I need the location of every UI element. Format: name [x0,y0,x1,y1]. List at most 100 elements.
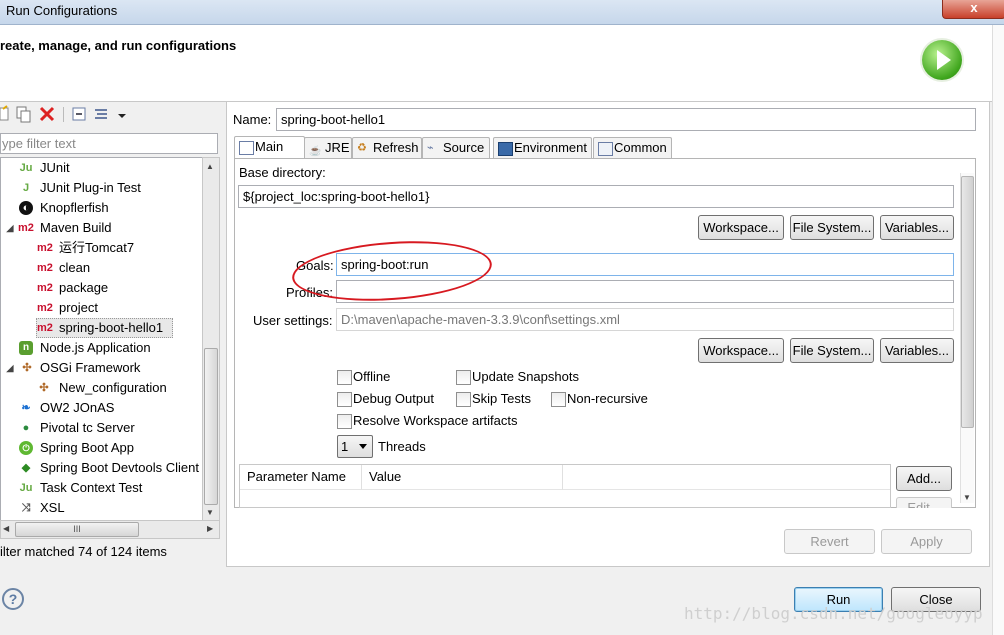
duplicate-icon[interactable] [16,106,31,123]
scroll-down-icon[interactable]: ▼ [206,508,214,517]
scroll-thumb[interactable] [204,348,218,505]
tree-item-spring-boot-hello1[interactable]: m2 spring-boot-hello1 [36,318,173,338]
scroll-down-icon[interactable]: ▼ [963,493,971,502]
file-system-button-2[interactable]: File System... [790,338,874,363]
skip-tests-label: Skip Tests [472,391,532,406]
help-icon[interactable]: ? [2,588,24,610]
base-dir-input[interactable]: ${project_loc:spring-boot-hello1} [238,185,954,208]
spring-devtools-icon: ◆ [21,462,31,474]
window-edge [992,25,1004,635]
user-settings-input[interactable]: D:\maven\apache-maven-3.3.9\conf\setting… [336,308,954,331]
threads-select[interactable]: 1 [337,435,373,458]
file-system-button[interactable]: File System... [790,215,874,240]
profiles-label: Profiles: [286,285,333,300]
profiles-input[interactable] [336,280,954,303]
window-title: Run Configurations [6,3,118,18]
main-tab-icon [239,141,254,155]
maven-icon: m2 [37,322,53,334]
name-label: Name: [233,112,272,127]
update-snapshots-checkbox[interactable] [456,370,471,385]
scroll-thumb[interactable]: III [15,522,139,537]
knopflerfish-icon: ◐ [19,201,33,215]
nodejs-icon: n [19,341,33,355]
non-recursive-checkbox[interactable] [551,392,566,407]
junit-icon: Ju [19,162,33,174]
common-icon [598,142,613,156]
config-toolbar [0,105,126,123]
skip-tests-checkbox[interactable] [456,392,471,407]
maven-icon: m2 [37,242,53,254]
goals-input[interactable]: spring-boot:run [336,253,954,276]
apply-button[interactable]: Apply [881,529,972,554]
spring-icon: ⏻ [19,441,33,455]
user-settings-label: User settings: [253,313,333,328]
tab-jre[interactable]: ☕ JRE [304,137,352,158]
dialog-header: reate, manage, and run configurations [0,25,1004,102]
filter-status: ilter matched 74 of 124 items [0,544,167,559]
scroll-right-icon[interactable]: ▶ [207,524,213,533]
view-menu-chevron-icon[interactable] [118,114,126,118]
run-launch-icon [922,40,962,80]
source-icon: ⌁ [427,142,434,154]
variables-button-2[interactable]: Variables... [880,338,954,363]
workspace-button-2[interactable]: Workspace... [698,338,784,363]
title-bar: Run Configurations [0,0,1004,25]
config-tree[interactable]: Ju JUnit J JUnit Plug-in Test ◐ Knopfler… [0,157,204,521]
offline-label: Offline [353,369,391,384]
refresh-icon: ♻ [357,142,367,154]
scroll-up-icon[interactable]: ▲ [206,162,214,171]
parameter-table[interactable]: Parameter Name Value [239,464,891,508]
junit-task-icon: Ju [19,482,33,494]
scroll-left-icon[interactable]: ◀ [3,524,9,533]
pivotal-icon: ● [22,422,30,434]
filter-input[interactable]: ype filter text [0,133,218,154]
delete-icon[interactable] [39,106,55,122]
non-recursive-label: Non-recursive [567,391,648,406]
base-dir-label: Base directory: [239,165,326,180]
expand-toggle-icon[interactable]: ◢ [3,361,17,375]
revert-button[interactable]: Revert [784,529,875,554]
resolve-workspace-label: Resolve Workspace artifacts [353,413,518,428]
variables-button[interactable]: Variables... [880,215,954,240]
jre-icon: ☕ [309,146,322,157]
tree-horizontal-scrollbar[interactable]: ◀ III ▶ [0,520,220,539]
resolve-workspace-checkbox[interactable] [337,414,352,429]
collapse-all-icon[interactable] [72,107,86,121]
filter-icon[interactable] [95,109,107,119]
environment-icon [498,142,513,156]
maven-icon: m2 [37,262,53,274]
edit-parameter-button[interactable]: Edit... [896,497,952,508]
offline-checkbox[interactable] [337,370,352,385]
threads-label: Threads [378,439,426,454]
maven-icon: m2 [37,282,53,294]
column-header-parameter-name[interactable]: Parameter Name [240,465,362,490]
column-header-value[interactable]: Value [362,465,563,490]
osgi-icon: ✣ [39,382,49,394]
junit-plugin-icon: J [22,182,30,194]
osgi-icon: ✣ [22,362,32,374]
column-header-filler [563,465,890,490]
tab-refresh[interactable]: ♻ Refresh [352,137,422,158]
tab-source[interactable]: ⌁ Source [422,137,490,158]
maven-icon: m2 [18,222,34,234]
name-input[interactable]: spring-boot-hello1 [276,108,976,131]
tab-main[interactable]: Main [234,136,305,159]
dialog-heading: reate, manage, and run configurations [0,38,237,53]
new-config-icon[interactable] [0,105,9,121]
jonas-icon: ❧ [21,402,31,414]
workspace-button[interactable]: Workspace... [698,215,784,240]
tab-common[interactable]: Common [593,137,672,158]
window-close-button[interactable]: x [942,0,1004,19]
scroll-thumb[interactable] [961,176,974,428]
goals-label: Goals: [296,258,334,273]
tab-environment[interactable]: Environment [493,137,592,158]
tree-vertical-scrollbar[interactable]: ▲ ▼ [202,157,220,521]
chevron-down-icon [359,444,367,449]
update-snapshots-label: Update Snapshots [472,369,579,384]
maven-icon: m2 [37,302,53,314]
add-parameter-button[interactable]: Add... [896,466,952,491]
expand-toggle-icon[interactable]: ◢ [3,221,17,235]
debug-output-label: Debug Output [353,391,434,406]
debug-output-checkbox[interactable] [337,392,352,407]
xsl-icon: ⤨ [21,502,31,514]
